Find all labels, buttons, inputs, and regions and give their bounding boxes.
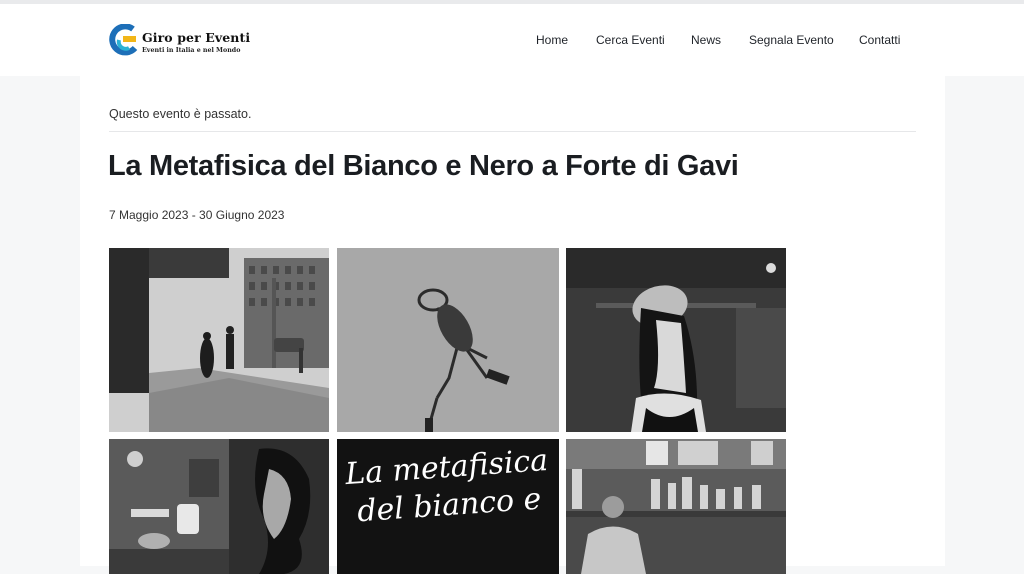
nav-item-contatti[interactable]: Contatti xyxy=(859,33,900,47)
nav-item-cerca-eventi[interactable]: Cerca Eventi xyxy=(596,33,665,47)
gallery-image-portrait-bread[interactable] xyxy=(566,248,786,432)
gallery-image-diver[interactable] xyxy=(337,248,559,432)
event-passed-notice: Questo evento è passato. xyxy=(109,107,252,121)
nav-item-segnala-evento[interactable]: Segnala Evento xyxy=(749,33,834,47)
event-dates: 7 Maggio 2023 - 30 Giugno 2023 xyxy=(109,208,285,222)
gallery-image-bar[interactable] xyxy=(566,439,786,574)
main-nav: Home Cerca Eventi News Segnala Evento Co… xyxy=(0,33,1024,53)
gallery-image-kitchen[interactable] xyxy=(109,439,329,574)
site-header: Giro per Eventi Eventi in Italia e nel M… xyxy=(0,4,1024,76)
event-content: Questo evento è passato. La Metafisica d… xyxy=(80,76,945,574)
notice-divider xyxy=(109,131,916,132)
event-title: La Metafisica del Bianco e Nero a Forte … xyxy=(108,150,739,182)
gallery-image-street[interactable] xyxy=(109,248,329,432)
nav-item-news[interactable]: News xyxy=(691,33,721,47)
gallery-image-poster[interactable]: La metafisica del bianco e xyxy=(337,439,559,574)
event-gallery: La metafisica del bianco e xyxy=(109,248,789,574)
poster-text: La metafisica del bianco e xyxy=(344,443,550,530)
nav-item-home[interactable]: Home xyxy=(536,33,568,47)
